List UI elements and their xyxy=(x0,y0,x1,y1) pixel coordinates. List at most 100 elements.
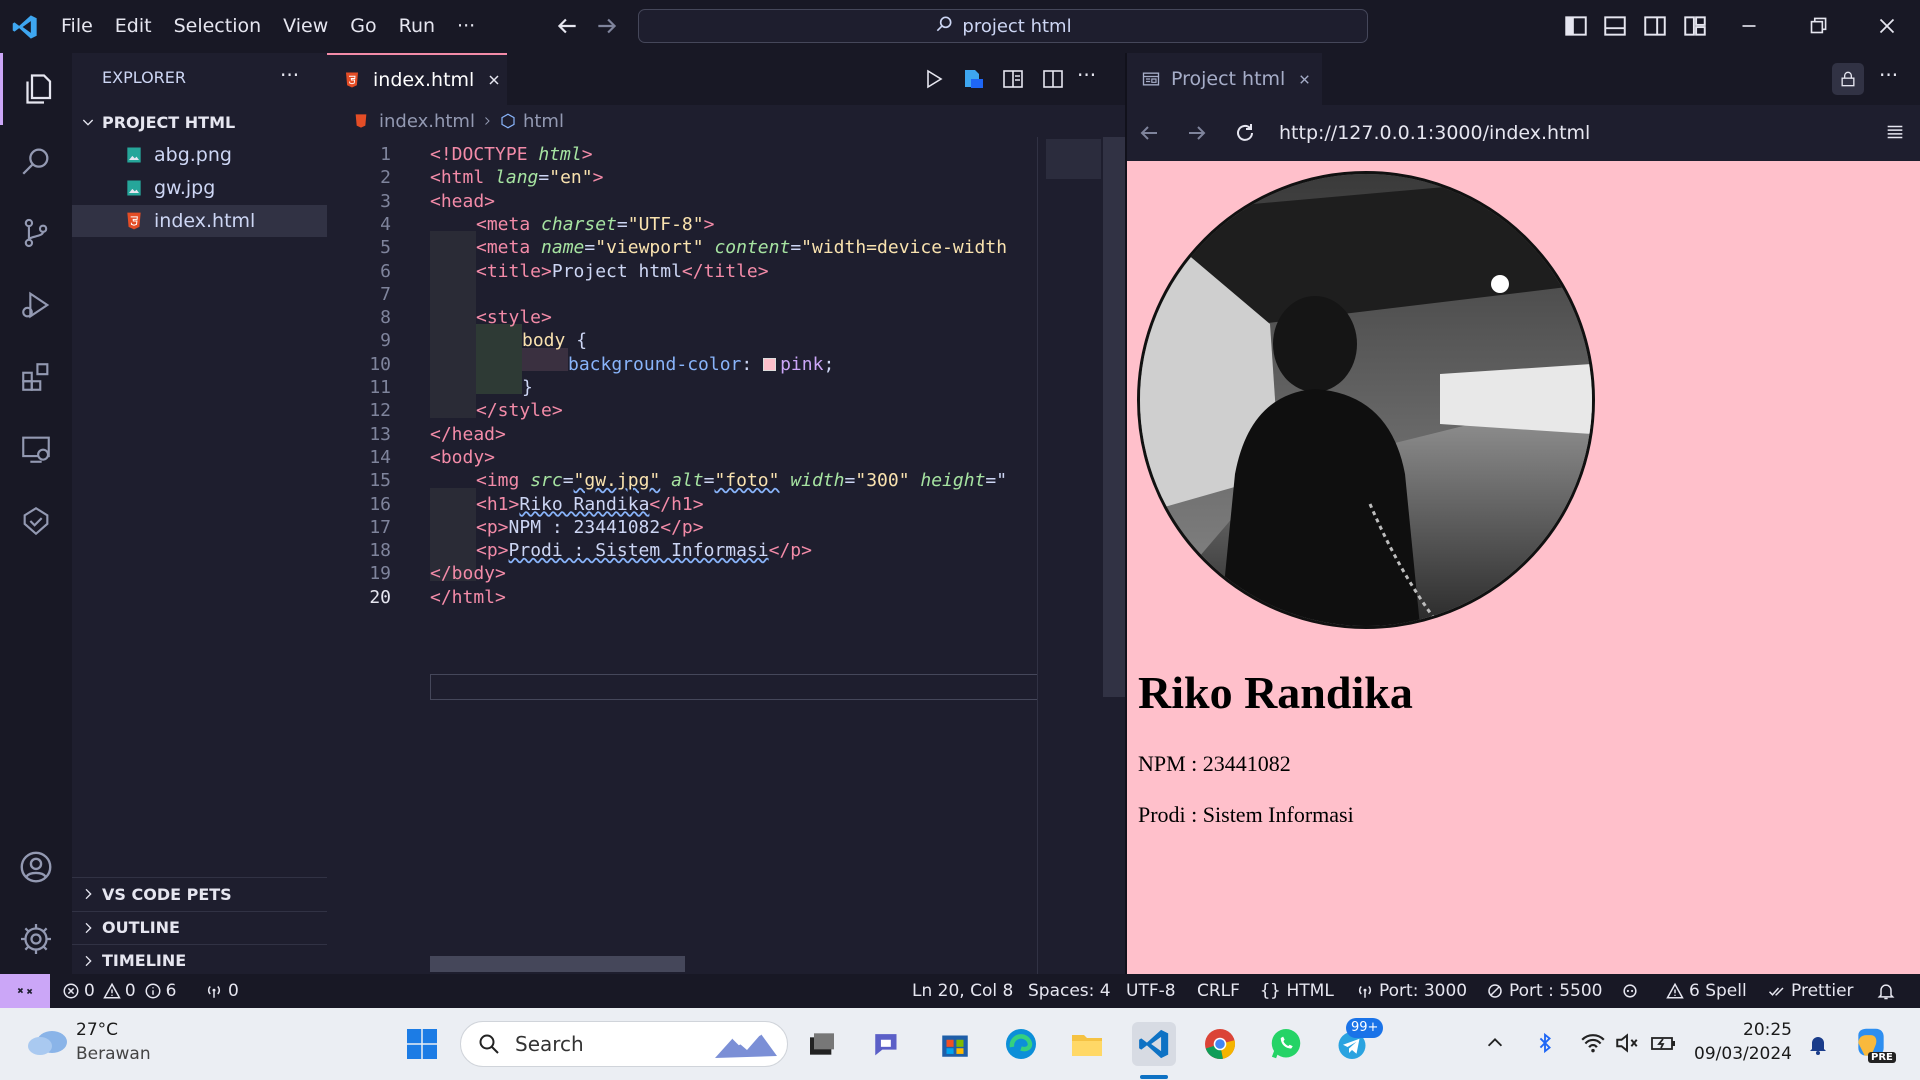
code-line[interactable]: <head> xyxy=(430,191,495,212)
copilot-icon[interactable] xyxy=(1620,974,1640,1008)
vscode-taskbar-icon[interactable] xyxy=(1132,1022,1176,1066)
problems-indicator[interactable]: 0 0 6 xyxy=(62,974,176,1008)
menu-hamburger-icon[interactable] xyxy=(1884,121,1906,143)
notifications-bell-icon[interactable] xyxy=(1876,974,1896,1008)
tab-index-html[interactable]: index.html xyxy=(327,53,507,105)
end-of-line[interactable]: CRLF xyxy=(1197,974,1240,1008)
forward-arrow-icon[interactable] xyxy=(1185,121,1209,145)
whatsapp-icon[interactable] xyxy=(1264,1022,1308,1066)
chrome-browser-icon[interactable] xyxy=(1198,1022,1242,1066)
extensions-icon[interactable] xyxy=(0,341,72,413)
vscode-logo-icon[interactable] xyxy=(0,0,50,53)
menu-view[interactable]: View xyxy=(272,0,339,53)
code-line[interactable]: <p>Prodi : Sistem Informasi</p> xyxy=(476,540,812,561)
restore-window-icon[interactable] xyxy=(1805,13,1831,39)
color-swatch-icon[interactable] xyxy=(763,358,777,372)
explorer-more-button[interactable]: ··· xyxy=(280,63,299,87)
edge-browser-icon[interactable] xyxy=(999,1022,1043,1066)
weather-cloud-icon[interactable] xyxy=(26,1024,70,1062)
live-preview-icon[interactable] xyxy=(961,67,985,95)
menu-edit[interactable]: Edit xyxy=(104,0,163,53)
lock-icon[interactable] xyxy=(1832,63,1864,95)
menu-selection[interactable]: Selection xyxy=(163,0,273,53)
live-server-port[interactable]: Port: 3000 xyxy=(1356,974,1467,1008)
section-outline[interactable]: OUTLINE xyxy=(72,911,327,943)
weather-temp[interactable]: 27°C xyxy=(76,1020,118,1040)
clock-date[interactable]: 09/03/2024 xyxy=(1690,1044,1792,1064)
run-debug-icon[interactable] xyxy=(0,269,72,341)
forward-arrow-icon[interactable] xyxy=(594,13,620,43)
toggle-secondary-sidebar-icon[interactable] xyxy=(1642,13,1668,39)
section-timeline[interactable]: TIMELINE xyxy=(72,944,327,976)
editor-more-actions[interactable]: ··· xyxy=(1077,63,1096,87)
notification-bell-icon[interactable] xyxy=(1806,1032,1830,1060)
language-mode[interactable]: {} HTML xyxy=(1260,974,1334,1008)
preview-more-actions[interactable]: ··· xyxy=(1879,63,1898,87)
url-field[interactable]: http://127.0.0.1:3000/index.html xyxy=(1279,122,1590,144)
vertical-scrollbar[interactable] xyxy=(1103,137,1125,697)
code-line[interactable]: <h1>Riko Randika</h1> xyxy=(476,494,704,515)
horizontal-scrollbar[interactable] xyxy=(430,956,685,972)
source-control-icon[interactable] xyxy=(0,197,72,269)
minimap-slider[interactable] xyxy=(1046,139,1101,179)
microsoft-store-icon[interactable] xyxy=(933,1022,977,1066)
code-line[interactable]: <!DOCTYPE html> xyxy=(430,144,593,165)
command-center-search[interactable]: project html xyxy=(638,9,1368,43)
go-live-port[interactable]: Port : 5500 xyxy=(1486,974,1603,1008)
indentation[interactable]: Spaces: 4 xyxy=(1028,974,1111,1008)
reload-icon[interactable] xyxy=(1233,121,1257,145)
spell-checker[interactable]: 6 Spell xyxy=(1666,974,1747,1008)
code-line[interactable]: </style> xyxy=(476,400,563,421)
menu-file[interactable]: File xyxy=(50,0,104,53)
customize-layout-icon[interactable] xyxy=(1682,13,1708,39)
remote-indicator-icon[interactable] xyxy=(0,974,50,1008)
test-beaker-icon[interactable] xyxy=(0,485,72,557)
file-item-index-html[interactable]: index.html xyxy=(72,205,327,237)
minimap[interactable] xyxy=(1037,137,1107,974)
prettier-status[interactable]: Prettier xyxy=(1768,974,1854,1008)
bluetooth-icon[interactable] xyxy=(1534,1030,1556,1060)
file-explorer-icon[interactable] xyxy=(1065,1022,1109,1066)
code-line[interactable]: <style> xyxy=(476,307,552,328)
back-arrow-icon[interactable] xyxy=(1137,121,1161,145)
code-line[interactable]: </body> xyxy=(430,563,506,584)
project-folder-header[interactable]: PROJECT HTML xyxy=(72,106,327,138)
forwarded-ports[interactable]: 0 xyxy=(205,974,239,1008)
breadcrumb-node[interactable]: html xyxy=(523,111,564,132)
toggle-panel-icon[interactable] xyxy=(1602,13,1628,39)
menu-run[interactable]: Run xyxy=(388,0,446,53)
taskbar-search-box[interactable]: Search xyxy=(460,1021,788,1067)
close-window-icon[interactable] xyxy=(1874,13,1900,39)
close-tab-icon[interactable] xyxy=(486,72,502,88)
code-line[interactable]: <title>Project html</title> xyxy=(476,261,769,282)
code-line[interactable]: <meta charset="UTF-8"> xyxy=(476,214,714,235)
split-editor-icon[interactable] xyxy=(1041,67,1065,95)
file-item-gw-jpg[interactable]: gw.jpg xyxy=(72,172,327,204)
code-line[interactable]: </html> xyxy=(430,587,506,608)
code-line[interactable]: <img src="gw.jpg" alt="foto" width="300"… xyxy=(476,470,1007,491)
code-line[interactable]: </head> xyxy=(430,424,506,445)
code-line[interactable]: <meta name="viewport" content="width=dev… xyxy=(476,237,1007,258)
breadcrumb-file[interactable]: index.html xyxy=(379,111,475,132)
menu-go[interactable]: Go xyxy=(339,0,387,53)
menu-more[interactable]: ··· xyxy=(446,0,486,53)
close-tab-icon[interactable] xyxy=(1297,72,1312,87)
explorer-icon[interactable] xyxy=(0,53,72,125)
minimize-window-icon[interactable] xyxy=(1736,13,1762,39)
teams-chat-icon[interactable] xyxy=(866,1022,910,1066)
task-view-icon[interactable] xyxy=(800,1022,844,1066)
code-line[interactable]: background-color: pink; xyxy=(568,354,834,375)
code-line[interactable]: } xyxy=(522,377,533,398)
windows-start-icon[interactable] xyxy=(400,1022,444,1066)
search-icon[interactable] xyxy=(0,125,72,197)
tab-project-html[interactable]: Project html xyxy=(1127,53,1322,105)
code-line[interactable]: <html lang="en"> xyxy=(430,167,603,188)
file-item-abg-png[interactable]: abg.png xyxy=(72,139,327,171)
code-line[interactable]: <p>NPM : 23441082</p> xyxy=(476,517,704,538)
settings-gear-icon[interactable] xyxy=(0,903,72,975)
code-line[interactable]: body { xyxy=(522,330,587,351)
accounts-icon[interactable] xyxy=(0,831,72,903)
clock-time[interactable]: 20:25 xyxy=(1700,1020,1792,1040)
code-line[interactable]: <body> xyxy=(430,447,495,468)
speaker-muted-icon[interactable] xyxy=(1614,1032,1640,1058)
